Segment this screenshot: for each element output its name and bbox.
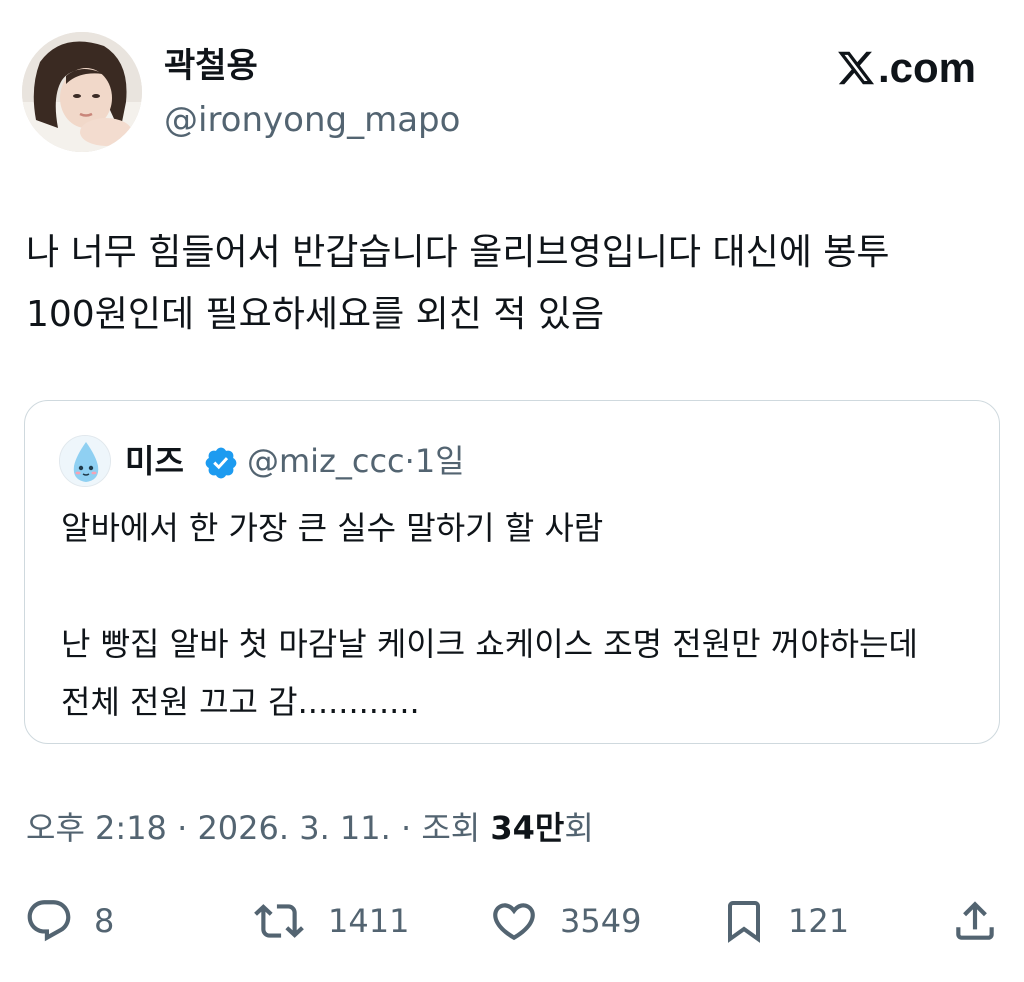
x-logo-icon: [838, 51, 875, 85]
x-logo-text: .com: [877, 44, 976, 91]
author-avatar-image: [22, 32, 142, 152]
verified-badge-icon: [203, 445, 239, 481]
author-display-name[interactable]: 곽철용: [164, 44, 258, 88]
views-label: 조회: [421, 809, 491, 847]
retweet-count: 1411: [328, 902, 410, 940]
reply-button[interactable]: 8: [24, 896, 114, 946]
quoted-meta: @miz_ccc·1일: [247, 439, 465, 483]
reply-count: 8: [94, 902, 115, 940]
tweet-timestamp: 오후 2:18 · 2026. 3. 11. · 조회 34만회: [26, 806, 594, 850]
share-button[interactable]: [950, 896, 1000, 946]
quoted-tweet-text: 알바에서 한 가장 큰 실수 말하기 할 사람 난 빵집 알바 첫 마감날 케이…: [61, 509, 918, 721]
quoted-separator: ·: [404, 442, 415, 480]
author-avatar[interactable]: [22, 32, 142, 152]
x-logo: .com: [836, 46, 976, 90]
bookmark-button[interactable]: 121: [720, 896, 849, 946]
tweet-date[interactable]: 2026. 3. 11.: [197, 809, 390, 847]
tweet-time[interactable]: 오후 2:18: [26, 809, 167, 847]
reply-bubble-icon: [27, 900, 71, 942]
views-count[interactable]: 34만: [490, 809, 564, 847]
retweet-arrows-icon: [254, 904, 304, 938]
retweet-button[interactable]: 1411: [250, 896, 409, 946]
like-button[interactable]: 3549: [488, 896, 641, 946]
quoted-author-avatar[interactable]: [59, 435, 111, 487]
views-suffix: 회: [564, 809, 594, 847]
timestamp-separator-1: ·: [166, 809, 198, 847]
author-handle[interactable]: @ironyong_mapo: [164, 98, 460, 142]
bookmark-count: 121: [788, 902, 850, 940]
quoted-age[interactable]: 1일: [415, 442, 465, 480]
heart-icon: [493, 903, 535, 941]
bookmark-icon: [728, 901, 760, 943]
quoted-display-name[interactable]: 미즈: [125, 439, 184, 483]
quoted-tweet-card[interactable]: 미즈 @miz_ccc·1일 알바에서 한 가장 큰 실수 말하기 할 사람 난…: [24, 400, 1000, 744]
share-upload-icon: [956, 901, 994, 940]
timestamp-separator-2: ·: [390, 809, 422, 847]
like-count: 3549: [560, 902, 642, 940]
tweet-text: 나 너무 힘들어서 반갑습니다 올리브영입니다 대신에 봉투 100원인데 필요…: [26, 232, 901, 335]
quoted-handle[interactable]: @miz_ccc: [247, 442, 405, 480]
quoted-avatar-image: [60, 436, 110, 486]
